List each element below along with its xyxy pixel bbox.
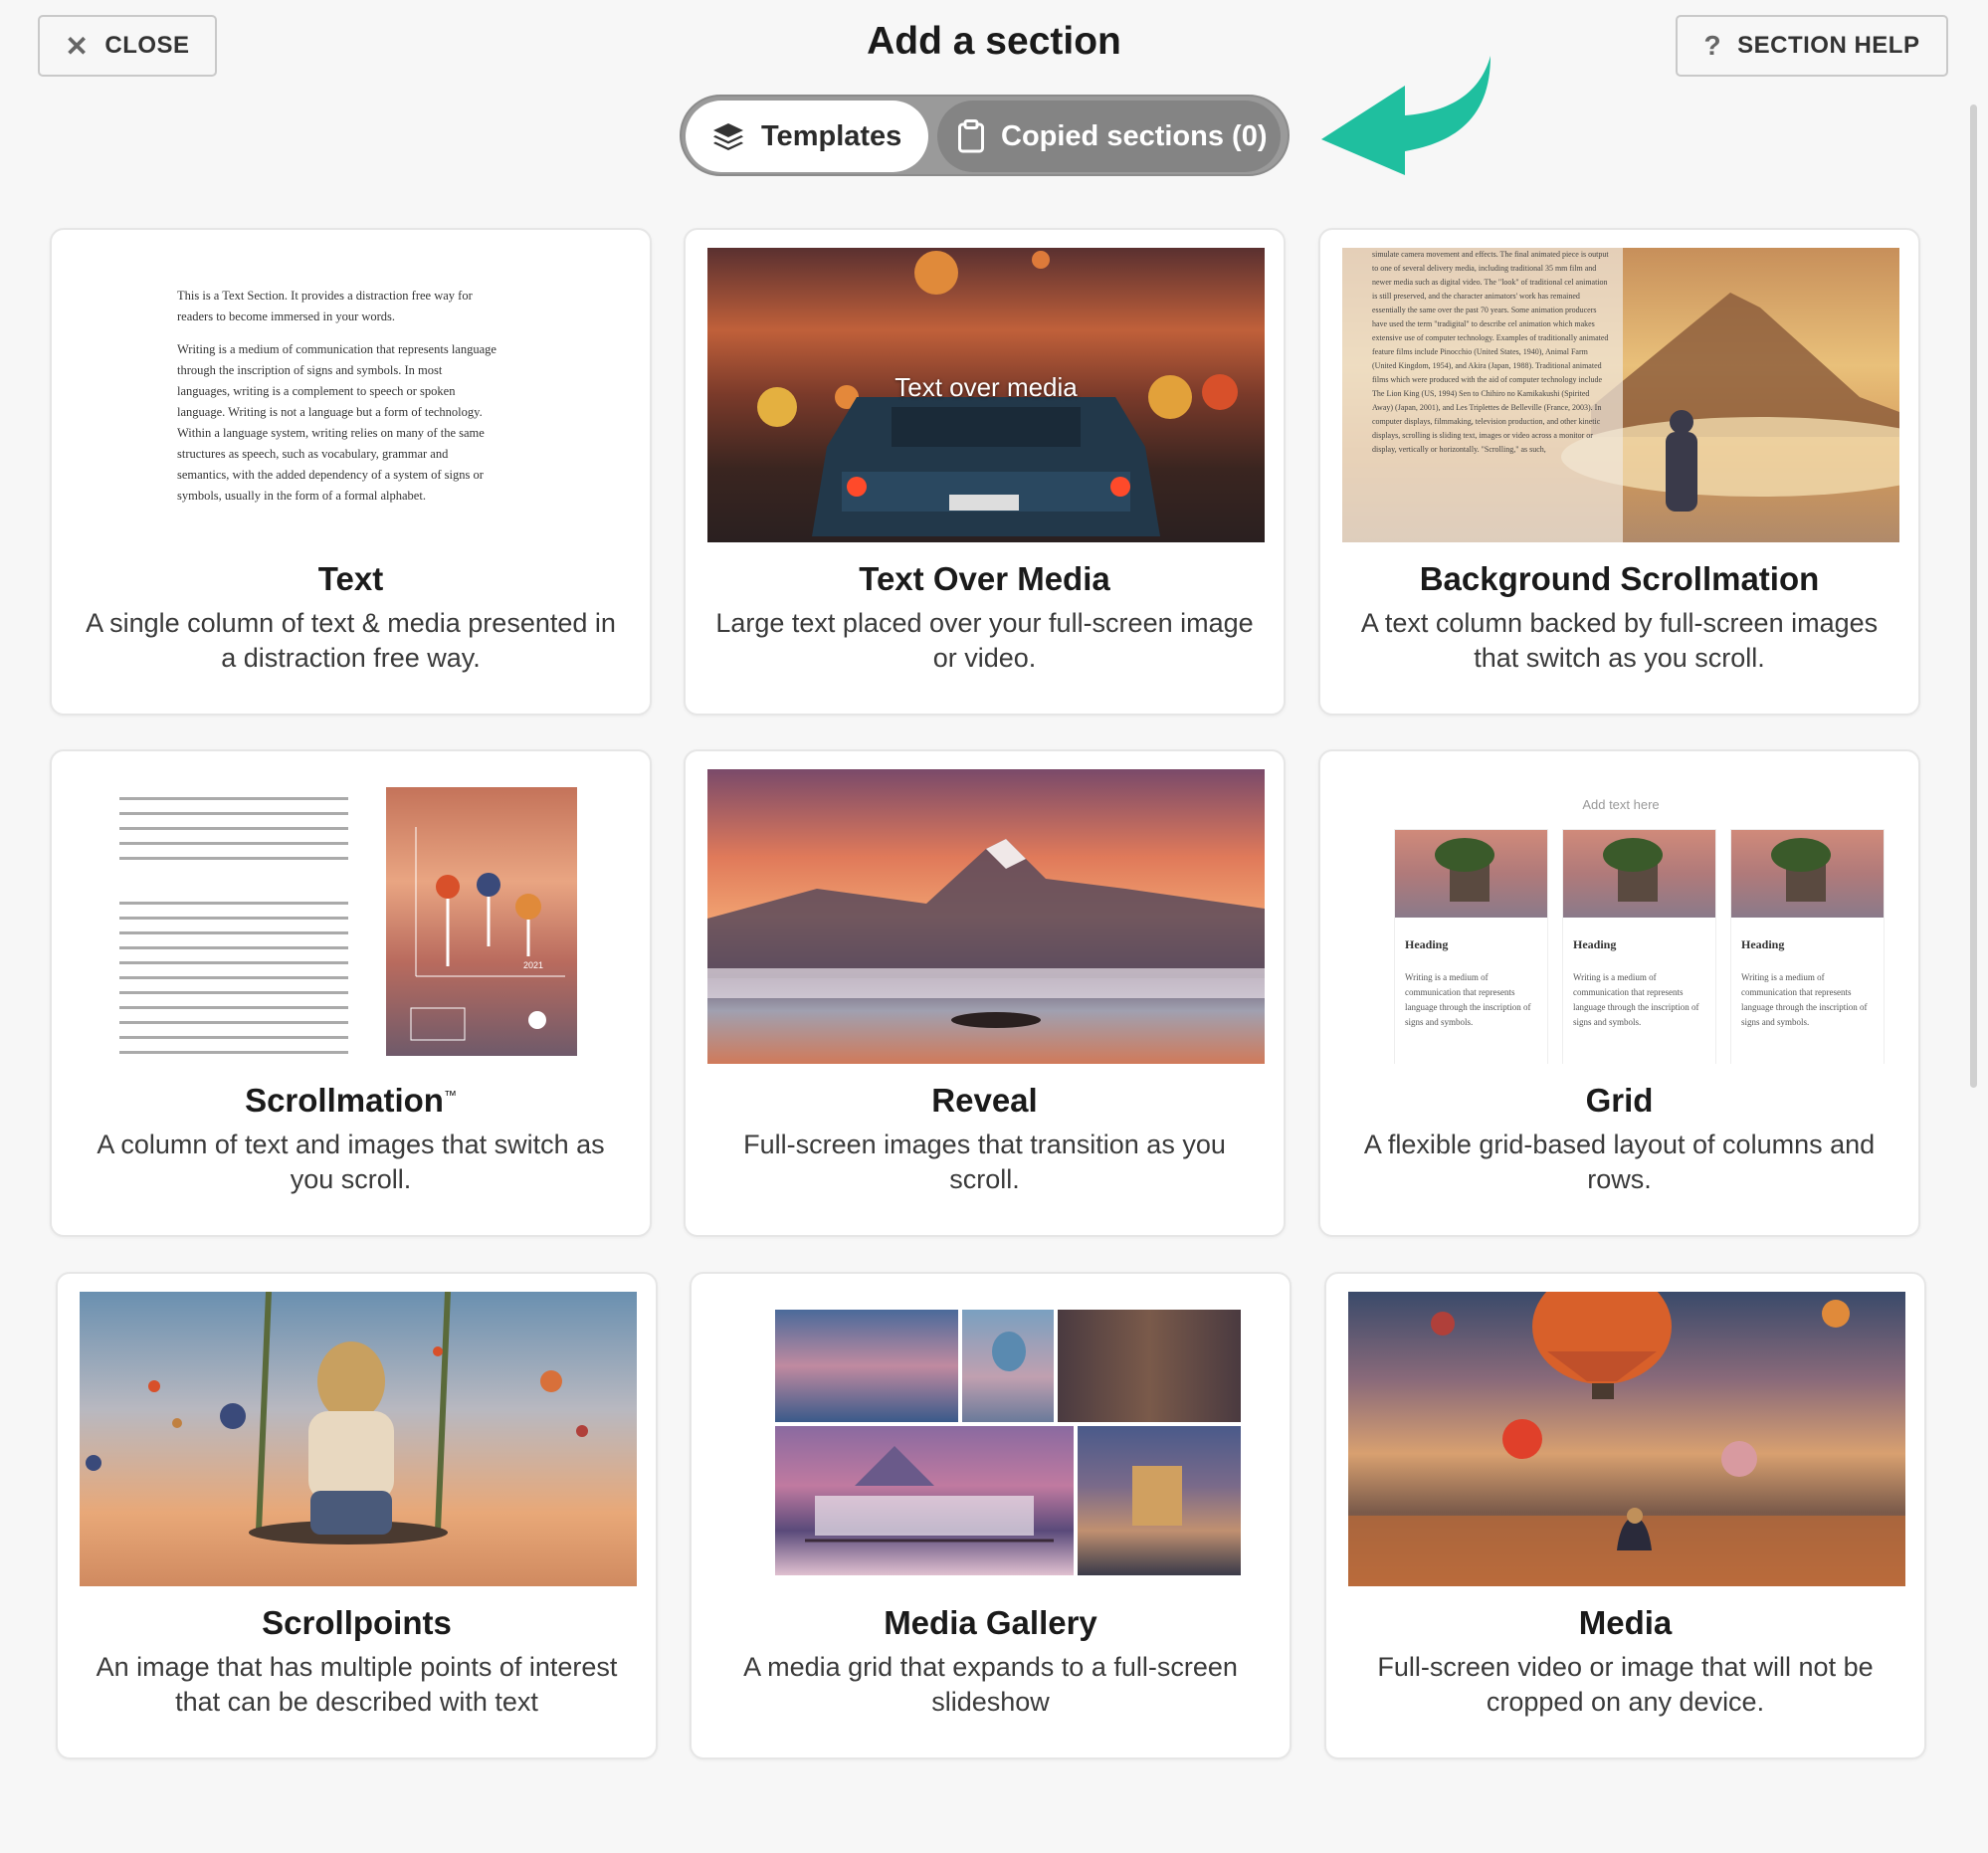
swing-balloons-image xyxy=(80,1292,637,1586)
card-title: Scrollmation™ xyxy=(245,1082,457,1119)
section-source-toggle: Templates Copied sections (0) xyxy=(680,95,1290,176)
text-section-thumbnail: This is a Text Section. It provides a di… xyxy=(74,248,631,542)
gallery-image-lake xyxy=(775,1310,958,1422)
tab-copied-label: Copied sections (0) xyxy=(1001,119,1268,152)
card-title: Scrollpoints xyxy=(262,1604,452,1641)
template-card-media-gallery[interactable]: Media Gallery A media grid that expands … xyxy=(690,1272,1292,1759)
callout-arrow-icon xyxy=(1321,56,1491,175)
card-description: Full-screen video or image that will not… xyxy=(1377,1652,1874,1717)
card-description: A single column of text & media presente… xyxy=(86,608,616,673)
placeholder-text-lines xyxy=(119,797,348,1064)
card-title: Grid xyxy=(1585,1082,1654,1119)
card-title: Text xyxy=(317,560,384,597)
card-description: A flexible grid-based layout of columns … xyxy=(1363,1130,1876,1194)
card-title: Reveal xyxy=(931,1082,1038,1119)
template-card-reveal[interactable]: Reveal Full-screen images that transitio… xyxy=(684,749,1286,1237)
card-description: Full-screen images that transition as yo… xyxy=(743,1130,1226,1194)
tab-templates-label: Templates xyxy=(761,119,902,152)
template-card-scrollmation[interactable]: 2021 Scrollmation™ A column of text and … xyxy=(50,749,652,1237)
thumb-paragraph: This is a Text Section. It provides a di… xyxy=(177,289,473,323)
grid-add-text: Add text here xyxy=(1582,797,1660,812)
template-card-media[interactable]: Media Full-screen video or image that wi… xyxy=(1324,1272,1926,1759)
grid-column: Heading Writing is a medium of communica… xyxy=(1394,829,1548,1064)
section-help-button[interactable]: ? SECTION HELP xyxy=(1676,15,1948,77)
grid-thumbnail: Add text here Heading Writing is a mediu… xyxy=(1342,769,1899,1064)
grid-text: Writing is a medium of communication tha… xyxy=(1405,972,1531,1027)
card-title: Media xyxy=(1578,1604,1673,1641)
template-card-grid[interactable]: Add text here Heading Writing is a mediu… xyxy=(1318,749,1920,1237)
grid-heading: Heading xyxy=(1573,937,1617,951)
chart-year-label: 2021 xyxy=(523,960,544,970)
question-icon: ? xyxy=(1703,30,1722,61)
gallery-thumbnail xyxy=(713,1292,1271,1586)
card-description: Large text placed over your full-screen … xyxy=(715,608,1254,673)
overlay-text: Text over media xyxy=(895,372,1078,402)
car-sunset-image: Text over media xyxy=(707,248,1265,542)
balloons-cappadocia-image xyxy=(1348,1292,1905,1586)
balloon-chart-image: 2021 xyxy=(386,787,577,1056)
tree-house-image xyxy=(1731,830,1884,918)
thumb-paragraph: Writing is a medium of communication tha… xyxy=(177,342,497,503)
mountain-lake-image xyxy=(707,769,1265,1064)
tree-house-image xyxy=(1563,830,1715,918)
gallery-image-castle xyxy=(1078,1426,1241,1575)
gallery-image-alley xyxy=(1058,1310,1241,1422)
grid-heading: Heading xyxy=(1741,937,1785,951)
card-description: A media grid that expands to a full-scre… xyxy=(743,1652,1238,1717)
section-help-label: SECTION HELP xyxy=(1737,32,1920,59)
card-title: Media Gallery xyxy=(884,1604,1097,1641)
scrollbar-thumb[interactable] xyxy=(1970,104,1977,1088)
card-title: Text Over Media xyxy=(859,560,1110,597)
clipboard-icon xyxy=(958,119,984,153)
card-description: A text column backed by full-screen imag… xyxy=(1360,608,1879,673)
scrolling-text-column: simulate camera movement and effects. Th… xyxy=(1372,250,1609,454)
card-description: A column of text and images that switch … xyxy=(97,1130,605,1194)
mountain-sunrise-image: simulate camera movement and effects. Th… xyxy=(1342,248,1899,542)
grid-text: Writing is a medium of communication tha… xyxy=(1741,972,1868,1027)
template-card-text[interactable]: This is a Text Section. It provides a di… xyxy=(50,228,652,716)
gallery-image-balloon xyxy=(962,1310,1054,1422)
template-card-text-over-media[interactable]: Text over media Text Over Media Large te… xyxy=(684,228,1286,716)
card-description: An image that has multiple points of int… xyxy=(96,1652,618,1717)
tab-templates[interactable]: Templates xyxy=(686,101,928,172)
grid-text: Writing is a medium of communication tha… xyxy=(1573,972,1699,1027)
layers-icon xyxy=(713,123,743,150)
grid-column: Heading Writing is a medium of communica… xyxy=(1562,829,1716,1064)
grid-heading: Heading xyxy=(1405,937,1449,951)
gallery-image-waterfall xyxy=(775,1426,1074,1575)
tree-house-image xyxy=(1395,830,1547,918)
scrollmation-thumbnail: 2021 xyxy=(74,769,631,1064)
card-title: Background Scrollmation xyxy=(1419,560,1820,597)
tab-copied-sections[interactable]: Copied sections (0) xyxy=(937,101,1281,172)
template-card-background-scrollmation[interactable]: simulate camera movement and effects. Th… xyxy=(1318,228,1920,716)
template-card-scrollpoints[interactable]: Scrollpoints An image that has multiple … xyxy=(56,1272,658,1759)
grid-column: Heading Writing is a medium of communica… xyxy=(1730,829,1885,1064)
